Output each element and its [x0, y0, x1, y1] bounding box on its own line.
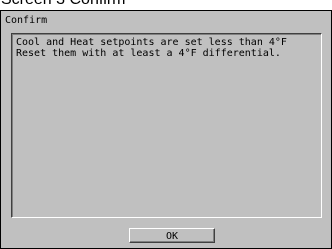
screen-title: Screen 3 Confirm — [1, 0, 126, 9]
message-panel: Cool and Heat setpoints are set less tha… — [11, 33, 322, 218]
dialog-title: Confirm — [5, 15, 48, 26]
confirm-dialog: Confirm Cool and Heat setpoints are set … — [0, 10, 332, 249]
ok-button[interactable]: OK — [129, 228, 215, 243]
message-line: Reset them with at least a 4°F different… — [16, 48, 281, 59]
message-line: Cool and Heat setpoints are set less tha… — [16, 37, 287, 48]
